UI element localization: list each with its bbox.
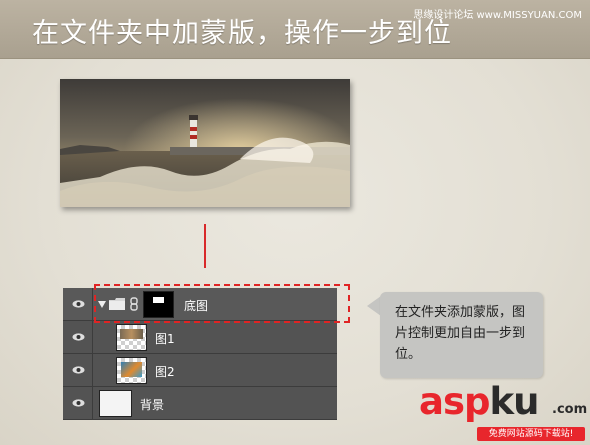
logo-tagline: 免费网站源码下载站! — [477, 427, 585, 441]
visibility-toggle[interactable] — [63, 387, 93, 420]
eye-icon — [72, 366, 85, 374]
layer-name: 背景 — [140, 398, 165, 412]
logo-wordmark: aspku — [419, 380, 539, 423]
page-title: 在文件夹中加蒙版，操作一步到位 — [32, 18, 452, 49]
eye-icon — [72, 333, 85, 341]
layer-row-2[interactable]: 图2 — [63, 354, 337, 387]
visibility-toggle[interactable] — [63, 354, 93, 387]
eye-icon — [72, 399, 85, 407]
thumbnail-image — [121, 362, 142, 377]
header-bar: 在文件夹中加蒙版，操作一步到位 思缘设计论坛 www.MISSYUAN.COM — [0, 0, 590, 58]
logo-suffix: .com — [552, 402, 588, 417]
layer-thumbnail — [116, 324, 147, 351]
thumbnail-image — [120, 329, 143, 339]
callout-pointer — [367, 296, 381, 316]
layer-row-1[interactable]: 图1 — [63, 321, 337, 354]
visibility-toggle[interactable] — [63, 321, 93, 354]
highlight-dashed-box — [94, 284, 350, 323]
layer-name: 图1 — [155, 332, 175, 346]
seascape-image — [60, 79, 350, 207]
layer-thumbnail — [99, 390, 132, 417]
layer-thumbnail — [116, 357, 147, 384]
callout-bubble: 在文件夹添加蒙版，图片控制更加自由一步到位。 — [380, 292, 543, 378]
logo-word-dark: ku — [489, 380, 539, 423]
site-credit: 思缘设计论坛 www.MISSYUAN.COM — [413, 10, 582, 21]
lighthouse-photo — [60, 79, 350, 207]
layer-name: 图2 — [155, 365, 175, 379]
eye-icon — [72, 300, 85, 308]
callout-text: 在文件夹添加蒙版，图片控制更加自由一步到位。 — [395, 305, 526, 362]
logo-word-red: asp — [419, 380, 490, 423]
layer-row-background[interactable]: 背景 — [63, 387, 337, 420]
visibility-toggle[interactable] — [63, 288, 93, 321]
connector-line — [204, 224, 206, 268]
aspku-logo: aspku .com 免费网站源码下载站! — [419, 380, 588, 444]
